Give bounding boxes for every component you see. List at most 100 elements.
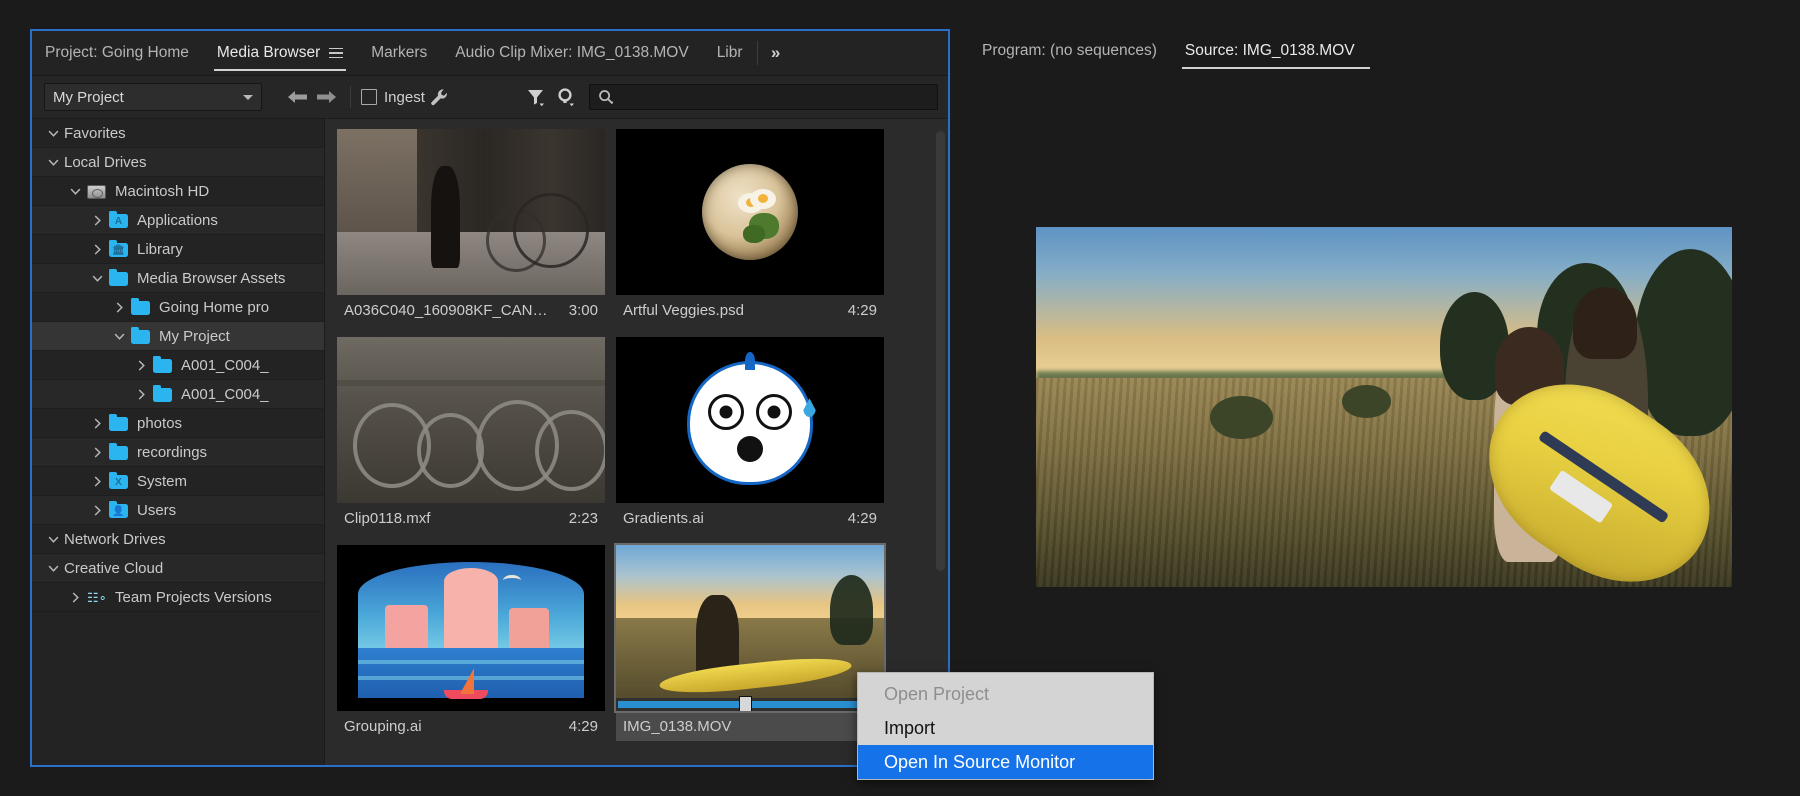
media-thumbnail[interactable] bbox=[337, 129, 605, 295]
tree-item-applications[interactable]: A Applications bbox=[32, 206, 324, 235]
ingest-checkbox[interactable]: Ingest bbox=[361, 89, 425, 106]
tree-item-network-drives[interactable]: Network Drives bbox=[32, 525, 324, 554]
forward-arrow-icon[interactable] bbox=[312, 83, 340, 111]
chevron-down-icon bbox=[243, 94, 253, 100]
media-item-name: Gradients.ai bbox=[623, 509, 704, 527]
tree-item-label: recordings bbox=[137, 443, 208, 461]
tree-item-label: Library bbox=[137, 240, 183, 258]
media-item[interactable]: Clip0118.mxf 2:23 bbox=[337, 337, 605, 533]
tab-project-going-home[interactable]: Project: Going Home bbox=[32, 31, 203, 75]
chevron-right-icon[interactable] bbox=[86, 447, 108, 458]
chevron-right-icon[interactable] bbox=[86, 244, 108, 255]
menu-item-label: Open In Source Monitor bbox=[884, 751, 1076, 772]
tab-markers[interactable]: Markers bbox=[357, 31, 441, 75]
chevron-right-icon[interactable] bbox=[130, 360, 152, 371]
menu-item-import[interactable]: Import bbox=[858, 711, 1153, 745]
menu-item-open-project[interactable]: Open Project bbox=[858, 677, 1153, 711]
chevron-right-icon[interactable] bbox=[86, 418, 108, 429]
ingest-label: Ingest bbox=[384, 88, 425, 106]
tree-item-creative-cloud[interactable]: Creative Cloud bbox=[32, 554, 324, 583]
tree-item-users[interactable]: 👤 Users bbox=[32, 496, 324, 525]
thumbnail-scrollbar[interactable] bbox=[936, 131, 945, 571]
app-root: Project: Going Home Media Browser Marker… bbox=[0, 0, 1800, 796]
media-item[interactable]: Gradients.ai 4:29 bbox=[616, 337, 884, 533]
project-selector-dropdown[interactable]: My Project bbox=[44, 83, 262, 111]
tab-label: Program: (no sequences) bbox=[982, 42, 1157, 59]
tree-item-system[interactable]: X System bbox=[32, 467, 324, 496]
context-menu[interactable]: Open Project Import Open In Source Monit… bbox=[857, 672, 1154, 780]
tree-item-label: Favorites bbox=[64, 124, 126, 142]
tree-item-team-projects-versions[interactable]: ☷∘ Team Projects Versions bbox=[32, 583, 324, 612]
tab-libraries-clipped[interactable]: Libr bbox=[703, 31, 757, 75]
chevron-down-icon[interactable] bbox=[64, 186, 86, 197]
playhead-icon[interactable] bbox=[739, 696, 753, 711]
chevron-down-icon[interactable] bbox=[42, 534, 64, 545]
chevron-down-icon[interactable] bbox=[42, 128, 64, 139]
chevron-down-icon[interactable] bbox=[86, 273, 108, 284]
media-thumbnail[interactable] bbox=[337, 337, 605, 503]
search-box[interactable] bbox=[588, 84, 938, 110]
applications-folder-icon: A bbox=[108, 210, 130, 229]
chevron-right-icon[interactable] bbox=[130, 389, 152, 400]
tab-audio-clip-mixer[interactable]: Audio Clip Mixer: IMG_0138.MOV bbox=[441, 31, 702, 75]
thumb-art bbox=[616, 545, 884, 711]
clip-scrub-bar[interactable] bbox=[616, 696, 884, 711]
chevron-down-icon[interactable] bbox=[108, 331, 130, 342]
media-thumbnail[interactable] bbox=[616, 337, 884, 503]
tree-item-recordings[interactable]: recordings bbox=[32, 438, 324, 467]
media-item-name: A036C040_160908KF_CAN… bbox=[344, 301, 548, 319]
thumb-art bbox=[616, 337, 884, 503]
search-input[interactable] bbox=[620, 88, 929, 106]
panel-menu-icon[interactable] bbox=[329, 47, 344, 59]
menu-item-open-in-source-monitor[interactable]: Open In Source Monitor bbox=[858, 745, 1153, 779]
chevron-down-icon[interactable] bbox=[42, 157, 64, 168]
tab-source-monitor[interactable]: Source: IMG_0138.MOV bbox=[1171, 29, 1381, 73]
menu-item-label: Import bbox=[884, 717, 936, 738]
media-item-name: Artful Veggies.psd bbox=[623, 301, 744, 319]
back-arrow-icon[interactable] bbox=[284, 83, 312, 111]
media-item[interactable]: Artful Veggies.psd 4:29 bbox=[616, 129, 884, 325]
tab-label: Media Browser bbox=[216, 44, 321, 61]
thumb-art bbox=[337, 545, 605, 711]
media-item[interactable]: Grouping.ai 4:29 bbox=[337, 545, 605, 741]
chevron-right-icon[interactable] bbox=[64, 592, 86, 603]
tree-item-label: Media Browser Assets bbox=[137, 269, 286, 287]
media-thumbnail[interactable] bbox=[616, 545, 884, 711]
chevron-right-icon[interactable] bbox=[86, 505, 108, 516]
media-item[interactable]: A036C040_160908KF_CAN… 3:00 bbox=[337, 129, 605, 325]
tab-label: Source: IMG_0138.MOV bbox=[1184, 42, 1355, 59]
team-projects-icon: ☷∘ bbox=[87, 589, 107, 605]
settings-wrench-icon[interactable] bbox=[425, 83, 455, 111]
tabbar-overflow-button[interactable]: » bbox=[758, 31, 792, 75]
tree-item-favorites[interactable]: Favorites bbox=[32, 119, 324, 148]
tree-item-photos[interactable]: photos bbox=[32, 409, 324, 438]
tab-label: Project: Going Home bbox=[45, 44, 189, 61]
toolbar-divider bbox=[350, 86, 351, 108]
media-item[interactable]: IMG_0138.MOV bbox=[616, 545, 884, 741]
view-options-icon[interactable] bbox=[551, 83, 581, 111]
media-browser-panel: Project: Going Home Media Browser Marker… bbox=[30, 29, 950, 767]
tree-item-library[interactable]: 🏛 Library bbox=[32, 235, 324, 264]
tree-item-media-browser-assets[interactable]: Media Browser Assets bbox=[32, 264, 324, 293]
tab-program-monitor[interactable]: Program: (no sequences) bbox=[968, 29, 1171, 73]
media-browser-toolbar: My Project Ingest bbox=[32, 76, 948, 119]
chevron-right-icon[interactable] bbox=[86, 476, 108, 487]
chevron-right-icon[interactable] bbox=[86, 215, 108, 226]
thumb-art bbox=[337, 337, 605, 503]
tree-item-local-drives[interactable]: Local Drives bbox=[32, 148, 324, 177]
tree-item-my-project[interactable]: My Project bbox=[32, 322, 324, 351]
folder-icon bbox=[130, 326, 152, 345]
tree-item-a001-c004[interactable]: A001_C004_ bbox=[32, 380, 324, 409]
tree-item-label: A001_C004_ bbox=[181, 385, 269, 403]
chevron-down-icon[interactable] bbox=[42, 563, 64, 574]
tab-media-browser[interactable]: Media Browser bbox=[203, 31, 357, 75]
folder-tree[interactable]: Favorites Local Drives Macintosh HD A Applic… bbox=[32, 119, 325, 765]
media-thumbnail[interactable] bbox=[616, 129, 884, 295]
media-thumbnail[interactable] bbox=[337, 545, 605, 711]
tree-item-going-home-pro[interactable]: Going Home pro bbox=[32, 293, 324, 322]
tree-item-label: Applications bbox=[137, 211, 218, 229]
chevron-right-icon[interactable] bbox=[108, 302, 130, 313]
filter-icon[interactable] bbox=[521, 83, 551, 111]
tree-item-macintosh-hd[interactable]: Macintosh HD bbox=[32, 177, 324, 206]
tree-item-a001-c004[interactable]: A001_C004_ bbox=[32, 351, 324, 380]
